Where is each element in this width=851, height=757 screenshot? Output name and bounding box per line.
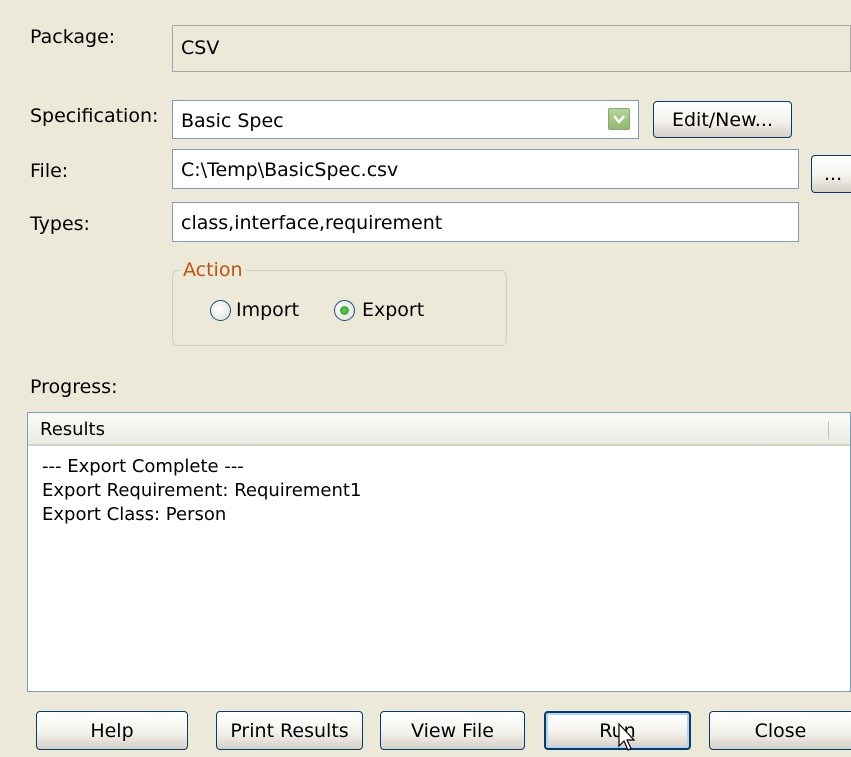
results-listview[interactable]: Results --- Export Complete --- Export R…	[27, 412, 851, 692]
column-divider	[828, 421, 829, 439]
specification-label: Specification:	[30, 105, 159, 127]
results-column-label: Results	[40, 419, 105, 440]
import-radio-label[interactable]: Import	[236, 299, 299, 321]
specification-combo[interactable]: Basic Spec	[172, 100, 639, 139]
results-column-header[interactable]: Results	[28, 413, 850, 446]
file-field[interactable]: C:\Temp\BasicSpec.csv	[172, 149, 799, 189]
import-radio[interactable]	[210, 300, 231, 321]
package-label: Package:	[30, 26, 116, 48]
file-label: File:	[30, 160, 69, 182]
close-button[interactable]: Close	[709, 711, 851, 750]
action-group-title: Action	[180, 259, 246, 281]
mouse-pointer-icon	[618, 723, 636, 751]
export-radio[interactable]	[334, 300, 355, 321]
radio-selected-dot	[340, 306, 349, 315]
types-field[interactable]: class,interface,requirement	[172, 202, 799, 242]
chevron-down-icon[interactable]	[608, 108, 630, 130]
list-item: Export Class: Person	[42, 504, 227, 525]
types-label: Types:	[30, 213, 90, 235]
browse-button[interactable]: ...	[811, 155, 851, 193]
help-button[interactable]: Help	[36, 711, 188, 750]
list-item: --- Export Complete ---	[42, 456, 244, 477]
specification-value: Basic Spec	[181, 110, 284, 132]
edit-new-button[interactable]: Edit/New...	[653, 101, 792, 138]
progress-label: Progress:	[30, 376, 118, 398]
view-file-button[interactable]: View File	[380, 711, 525, 750]
package-field: CSV	[172, 25, 851, 72]
print-results-button[interactable]: Print Results	[216, 711, 363, 750]
export-radio-label[interactable]: Export	[362, 299, 424, 321]
list-item: Export Requirement: Requirement1	[42, 480, 362, 501]
